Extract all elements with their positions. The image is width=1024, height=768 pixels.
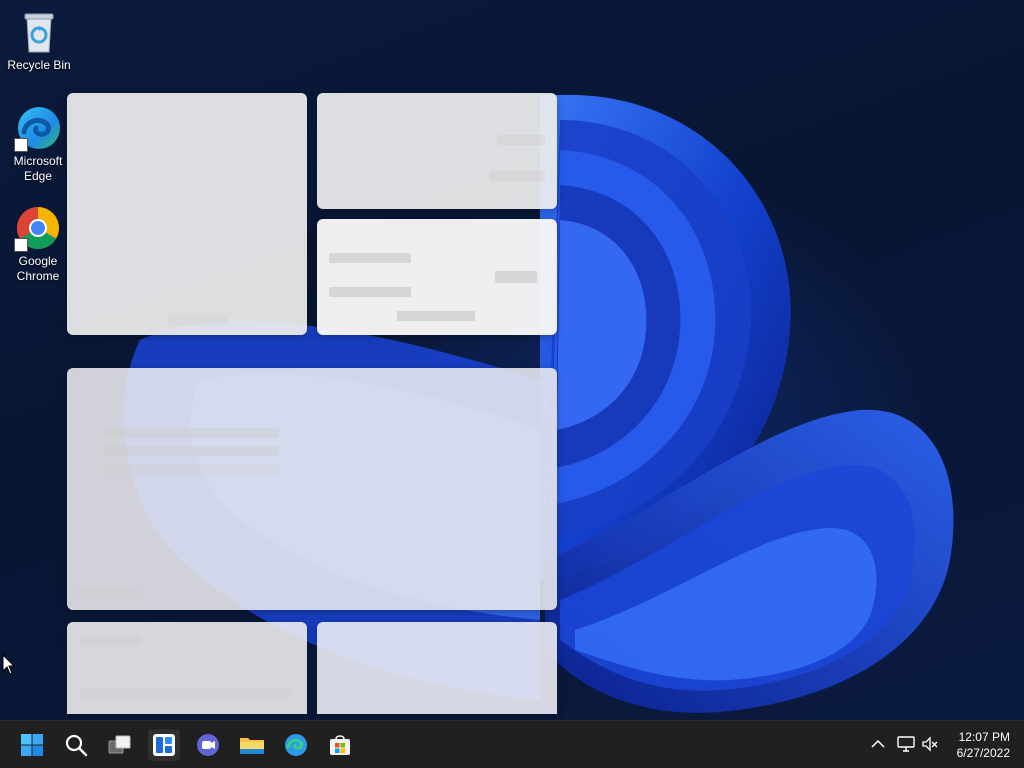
desktop-icon-microsoft-edge[interactable]: Microsoft Edge <box>1 104 75 184</box>
widgets-button[interactable] <box>148 729 180 761</box>
edge-icon <box>285 734 307 756</box>
desktop[interactable]: Recycle Bin Microsoft Edge Google Chrome <box>0 0 1024 720</box>
task-view-button[interactable] <box>104 729 136 761</box>
skeleton-line <box>79 688 293 698</box>
widget-card-small-top[interactable] <box>317 93 557 209</box>
desktop-icon-recycle-bin[interactable]: Recycle Bin <box>2 8 76 73</box>
skeleton-line <box>495 271 537 283</box>
search-button[interactable] <box>60 729 92 761</box>
desktop-icon-label: Recycle Bin <box>7 58 71 72</box>
shortcut-arrow-icon <box>14 238 28 252</box>
clock-date: 6/27/2022 <box>956 746 1010 760</box>
desktop-icon-google-chrome[interactable]: Google Chrome <box>1 204 75 284</box>
skeleton-line <box>105 464 279 474</box>
store-button[interactable] <box>324 729 356 761</box>
mouse-cursor-icon <box>2 654 16 675</box>
skeleton-line <box>105 428 279 438</box>
windows-start-icon <box>21 734 43 756</box>
edge-icon <box>14 104 62 152</box>
chat-button[interactable] <box>192 729 224 761</box>
chevron-up-icon <box>871 739 885 748</box>
widget-card-wide[interactable] <box>67 368 557 610</box>
skeleton-line <box>397 311 475 321</box>
desktop-icon-label: Google Chrome <box>16 254 60 283</box>
volume-muted-icon <box>922 736 938 752</box>
widget-card-small-mid[interactable] <box>317 219 557 335</box>
edge-button[interactable] <box>280 729 312 761</box>
clock-time: 12:07 PM <box>958 730 1010 744</box>
chrome-icon <box>14 204 62 252</box>
skeleton-line <box>79 588 141 598</box>
skeleton-line <box>329 253 411 263</box>
widget-card-bottom-right[interactable] <box>317 622 557 714</box>
desktop-icon-label: Microsoft Edge <box>13 154 63 183</box>
skeleton-line <box>105 446 279 456</box>
skeleton-line <box>329 287 411 297</box>
task-view-icon <box>108 735 131 754</box>
widget-card-large[interactable] <box>67 93 307 335</box>
shortcut-arrow-icon <box>14 138 28 152</box>
skeleton-line <box>167 315 227 325</box>
store-icon <box>330 735 350 755</box>
widget-card-bottom-left[interactable] <box>67 622 307 714</box>
network-button[interactable] <box>896 734 916 754</box>
widgets-icon <box>153 734 175 756</box>
folder-icon <box>240 738 264 754</box>
chat-icon <box>197 734 219 756</box>
clock[interactable]: 12:07 PM 6/27/2022 <box>957 729 1010 761</box>
start-button[interactable] <box>16 729 48 761</box>
file-explorer-button[interactable] <box>236 729 268 761</box>
volume-button[interactable] <box>920 734 940 754</box>
search-icon <box>65 734 88 757</box>
recycle-bin-icon <box>15 8 63 56</box>
skeleton-line <box>497 135 545 145</box>
show-hidden-icons-button[interactable] <box>868 734 888 754</box>
network-icon <box>897 736 915 752</box>
taskbar: 12:07 PM 6/27/2022 <box>0 720 1024 768</box>
skeleton-line <box>79 636 141 646</box>
skeleton-line <box>489 171 545 181</box>
